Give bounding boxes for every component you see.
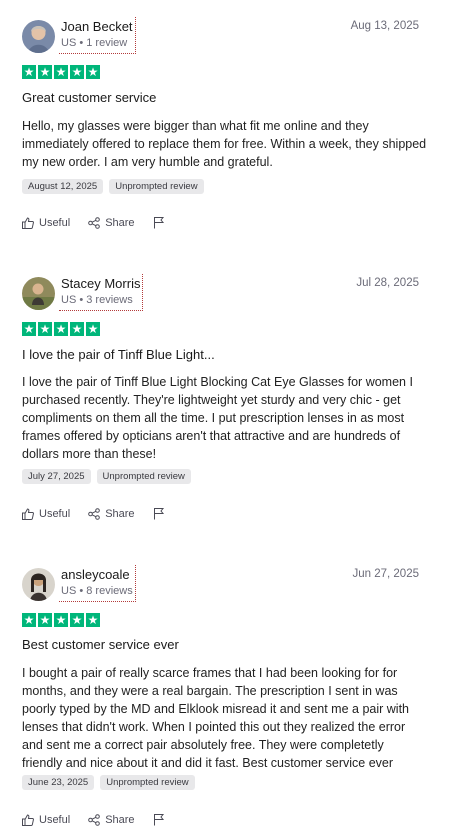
thumbs-up-icon — [22, 216, 34, 229]
share-label: Share — [105, 216, 135, 229]
review-body: I love the pair of Tinff Blue Light Bloc… — [22, 375, 413, 461]
unprompted-tag: Unprompted review — [96, 469, 191, 484]
share-button[interactable]: Share — [88, 216, 135, 229]
review-title[interactable]: Great customer service — [22, 90, 156, 105]
star-icon: ★ — [54, 322, 68, 336]
star-rating: ★ ★ ★ ★ ★ — [22, 65, 100, 79]
star-icon: ★ — [22, 65, 36, 79]
author-info[interactable]: ansleycoale US • 8 reviews — [59, 565, 136, 602]
review-date: Jun 27, 2025 — [352, 568, 419, 580]
star-icon: ★ — [70, 65, 84, 79]
share-icon — [88, 216, 100, 229]
author-meta: US • 1 review — [61, 37, 128, 49]
share-button[interactable]: Share — [88, 507, 135, 520]
review-date: Jul 28, 2025 — [356, 277, 419, 289]
report-button[interactable] — [153, 813, 165, 826]
star-icon: ★ — [38, 322, 52, 336]
review-tags: August 12, 2025 Unprompted review — [22, 179, 204, 194]
flag-icon — [153, 813, 165, 826]
review-tags: July 27, 2025 Unprompted review — [22, 469, 191, 484]
author-meta: US • 8 reviews — [61, 585, 133, 597]
useful-label: Useful — [39, 813, 71, 826]
review-card: Joan Becket US • 1 review Aug 13, 2025 ★… — [0, 17, 450, 229]
review-tags: June 23, 2025 Unprompted review — [22, 775, 195, 790]
author-info[interactable]: Stacey Morris US • 3 reviews — [59, 274, 144, 311]
star-icon: ★ — [22, 322, 36, 336]
author-info[interactable]: Joan Becket US • 1 review — [59, 17, 136, 54]
report-button[interactable] — [153, 507, 165, 520]
avatar[interactable] — [22, 20, 55, 53]
review-card: ansleycoale US • 8 reviews Jun 27, 2025 … — [0, 565, 450, 826]
avatar[interactable] — [22, 568, 55, 601]
review-date: Aug 13, 2025 — [350, 20, 419, 32]
star-icon: ★ — [86, 65, 100, 79]
useful-button[interactable]: Useful — [22, 508, 70, 520]
review-actions: Useful Share — [22, 507, 165, 520]
share-label: Share — [105, 813, 135, 826]
star-icon: ★ — [70, 613, 84, 627]
experience-date-tag: July 27, 2025 — [22, 469, 91, 484]
review-header: Joan Becket US • 1 review Aug 13, 2025 — [0, 17, 450, 60]
star-icon: ★ — [86, 613, 100, 627]
useful-label: Useful — [39, 216, 71, 229]
star-icon: ★ — [22, 613, 36, 627]
thumbs-up-icon — [22, 813, 34, 826]
experience-date-tag: August 12, 2025 — [22, 179, 104, 194]
author-name[interactable]: Stacey Morris — [61, 275, 140, 292]
review-card: Stacey Morris US • 3 reviews Jul 28, 202… — [0, 274, 450, 520]
star-icon: ★ — [38, 613, 52, 627]
star-rating: ★ ★ ★ ★ ★ — [22, 613, 100, 627]
star-icon: ★ — [54, 613, 68, 627]
review-header: Stacey Morris US • 3 reviews Jul 28, 202… — [0, 274, 450, 317]
star-icon: ★ — [54, 65, 68, 79]
review-body: Hello, my glasses were bigger than what … — [22, 119, 427, 169]
useful-label: Useful — [39, 507, 71, 520]
useful-button[interactable]: Useful — [22, 217, 70, 229]
star-icon: ★ — [70, 322, 84, 336]
report-button[interactable] — [153, 216, 165, 229]
share-icon — [88, 507, 100, 520]
unprompted-tag: Unprompted review — [100, 775, 195, 790]
author-name[interactable]: Joan Becket — [61, 18, 133, 35]
star-rating: ★ ★ ★ ★ ★ — [22, 322, 100, 336]
avatar[interactable] — [22, 277, 55, 310]
experience-date-tag: June 23, 2025 — [22, 775, 95, 790]
useful-button[interactable]: Useful — [22, 814, 70, 826]
unprompted-tag: Unprompted review — [109, 179, 204, 194]
share-button[interactable]: Share — [88, 813, 135, 826]
review-actions: Useful Share — [22, 813, 165, 826]
review-actions: Useful Share — [22, 216, 165, 229]
review-title[interactable]: Best customer service ever — [22, 637, 179, 652]
share-icon — [88, 813, 100, 826]
review-body: I bought a pair of really scarce frames … — [22, 666, 409, 770]
flag-icon — [153, 216, 165, 229]
flag-icon — [153, 507, 165, 520]
review-title[interactable]: I love the pair of Tinff Blue Light... — [22, 347, 215, 362]
author-name[interactable]: ansleycoale — [61, 566, 133, 583]
thumbs-up-icon — [22, 507, 34, 520]
review-header: ansleycoale US • 8 reviews Jun 27, 2025 — [0, 565, 450, 608]
share-label: Share — [105, 507, 135, 520]
author-meta: US • 3 reviews — [61, 294, 133, 306]
star-icon: ★ — [86, 322, 100, 336]
star-icon: ★ — [38, 65, 52, 79]
